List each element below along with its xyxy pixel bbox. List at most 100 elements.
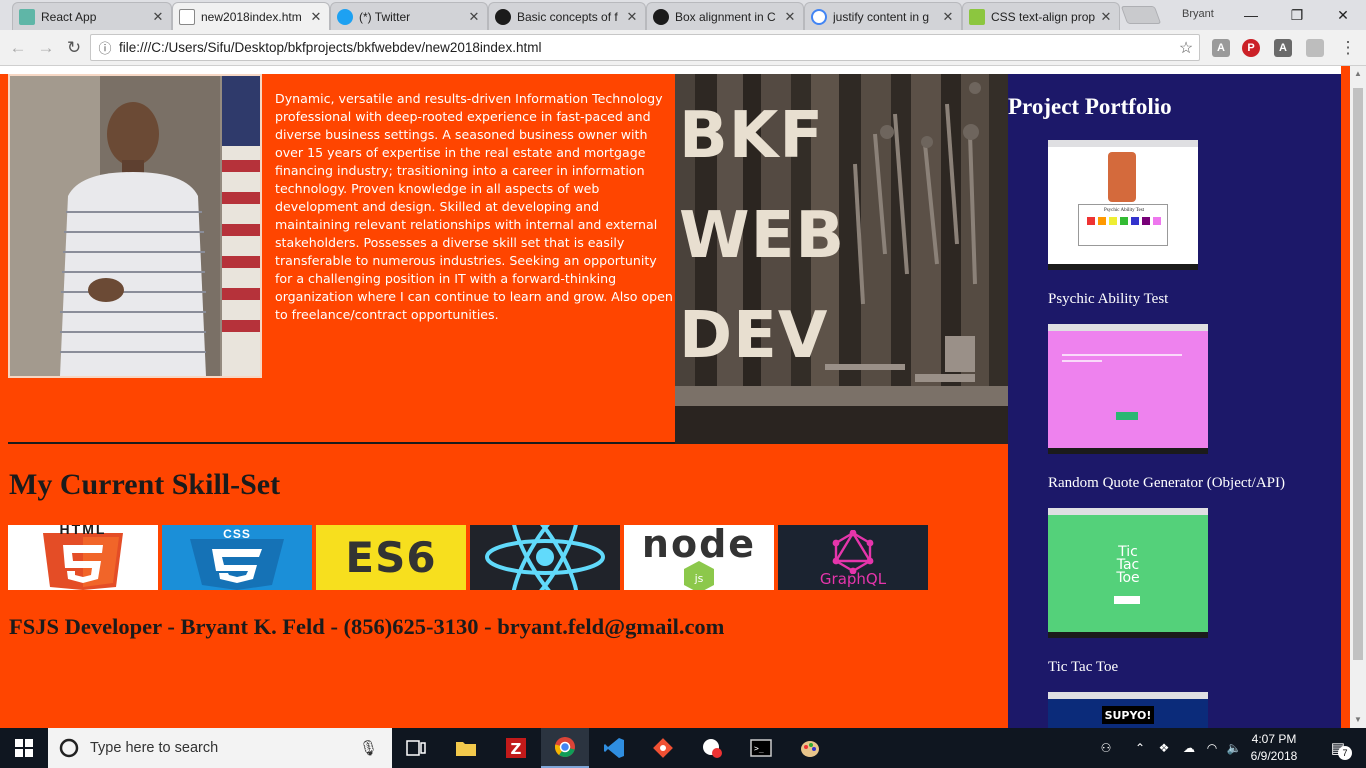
onedrive-icon[interactable]: ☁	[1178, 728, 1200, 768]
html5-logo-icon: HTML	[8, 525, 158, 590]
bio-paragraph: Dynamic, versatile and results-driven In…	[275, 91, 673, 322]
tab-new2018index[interactable]: new2018index.htm ✕	[172, 2, 330, 30]
windows-logo-icon	[15, 739, 33, 757]
extension-icon[interactable]: A	[1212, 39, 1230, 57]
profile-photo	[8, 74, 262, 378]
project-thumbnail-tic-tac-toe[interactable]: Tic Tac Toe	[1048, 508, 1208, 638]
tab-react-app[interactable]: React App ✕	[12, 2, 172, 30]
terminal-icon[interactable]: >_	[737, 728, 785, 768]
people-icon[interactable]: ⚇	[1094, 728, 1118, 768]
app-icon-badge[interactable]	[688, 728, 736, 768]
task-view-icon[interactable]	[392, 728, 440, 768]
git-kraken-icon[interactable]	[639, 728, 687, 768]
thumb-title: SUPYO!	[1104, 708, 1152, 722]
show-hidden-icons-chevron-icon[interactable]: ⌃	[1130, 728, 1150, 768]
volume-icon[interactable]: 🔈	[1224, 728, 1244, 768]
thumb-title: Tic Tac Toe	[1116, 544, 1140, 586]
graphql-logo-icon: GraphQL	[778, 525, 928, 590]
paint-icon[interactable]	[786, 728, 834, 768]
hero-title-line: WEB	[679, 199, 846, 273]
file-explorer-icon[interactable]	[442, 728, 490, 768]
tab-title: Box alignment in C	[675, 9, 776, 24]
tab-twitter[interactable]: (*) Twitter ✕	[330, 2, 488, 30]
close-tab-icon[interactable]: ✕	[625, 9, 639, 25]
tab-box-alignment[interactable]: Box alignment in C ✕	[646, 2, 804, 30]
tab-title: (*) Twitter	[359, 9, 411, 24]
minimize-button[interactable]: —	[1228, 0, 1274, 30]
reload-button[interactable]: ↻	[62, 36, 86, 60]
mdn-favicon-icon	[495, 8, 511, 25]
thumb-browser-bar	[1048, 324, 1208, 331]
portrait-image	[1108, 152, 1136, 202]
info-icon[interactable]: ⓘ	[91, 38, 119, 57]
portfolio-sidebar: Project Portfolio Psychic Ability Test P…	[1008, 74, 1341, 728]
forward-button[interactable]: →	[34, 36, 58, 60]
es6-logo-icon: ES6	[316, 525, 466, 590]
chrome-icon[interactable]	[541, 728, 589, 768]
svg-text:>_: >_	[754, 744, 764, 753]
thumb-title: Psychic Ability Test	[1103, 208, 1145, 213]
thumb-browser-bar	[1048, 140, 1198, 147]
url-text[interactable]: file:///C:/Users/Sifu/Desktop/bkfproject…	[119, 40, 1173, 55]
extension-puzzle-icon[interactable]	[1306, 39, 1324, 57]
close-tab-icon[interactable]: ✕	[309, 9, 323, 25]
project-label[interactable]: Random Quote Generator (Object/API)	[1048, 475, 1285, 492]
address-bar[interactable]: ⓘ file:///C:/Users/Sifu/Desktop/bkfproje…	[90, 34, 1200, 61]
clock-time: 4:07 PM	[1251, 732, 1297, 746]
close-tab-icon[interactable]: ✕	[783, 9, 797, 25]
project-thumbnail-supyo[interactable]: SUPYO!	[1048, 692, 1208, 728]
close-window-button[interactable]: ✕	[1320, 0, 1366, 30]
tab-title: new2018index.htm	[201, 9, 302, 24]
scroll-down-arrow-icon[interactable]: ▼	[1350, 712, 1366, 728]
browser-user-name[interactable]: Bryant	[1182, 8, 1214, 20]
project-thumbnail-quote-generator[interactable]	[1048, 324, 1208, 454]
scrollbar-thumb[interactable]	[1353, 88, 1363, 660]
tab-css-text-align[interactable]: CSS text-align prop ✕	[962, 2, 1120, 30]
tab-title: justify content in g	[833, 9, 930, 24]
scroll-up-arrow-icon[interactable]: ▲	[1350, 66, 1366, 82]
dropbox-icon[interactable]: ❖	[1154, 728, 1174, 768]
close-tab-icon[interactable]: ✕	[1099, 9, 1113, 25]
document-favicon-icon	[179, 8, 195, 25]
svg-text:Z: Z	[511, 740, 522, 758]
hero-title-line: BKF	[679, 99, 825, 173]
page-viewport: Dynamic, versatile and results-driven In…	[0, 66, 1350, 728]
project-label[interactable]: Psychic Ability Test	[1048, 291, 1168, 308]
project-label[interactable]: Tic Tac Toe	[1048, 659, 1118, 676]
angular-icon[interactable]: A	[1274, 39, 1292, 57]
wifi-icon[interactable]: ◠	[1202, 728, 1222, 768]
tab-google-search[interactable]: justify content in g ✕	[804, 2, 962, 30]
skills-heading: My Current Skill-Set	[9, 468, 281, 501]
microphone-icon[interactable]: 🎙	[359, 739, 378, 757]
skill-label: ES6	[345, 533, 437, 582]
menu-kebab-icon[interactable]: ⋮	[1336, 36, 1360, 60]
close-tab-icon[interactable]: ✕	[467, 9, 481, 25]
nodejs-logo-icon: node js	[624, 525, 774, 590]
action-center-icon[interactable]: ▤ 7	[1318, 728, 1358, 768]
close-tab-icon[interactable]: ✕	[151, 9, 165, 25]
clock-date: 6/9/2018	[1250, 749, 1298, 763]
cortana-circle-icon	[59, 738, 79, 758]
thumb-browser-bar	[1048, 508, 1208, 515]
filezilla-icon[interactable]: Z	[492, 728, 540, 768]
vscode-icon[interactable]	[590, 728, 638, 768]
bookmark-star-icon[interactable]: ☆	[1173, 38, 1199, 58]
pinterest-icon[interactable]: P	[1242, 39, 1260, 57]
svg-text:node: node	[642, 525, 756, 566]
tab-title: Basic concepts of f	[517, 9, 618, 24]
back-button[interactable]: ←	[6, 36, 30, 60]
svg-text:js: js	[694, 572, 704, 585]
page-scrollbar[interactable]: ▲ ▼	[1350, 66, 1366, 728]
profile-photo-illustration	[10, 76, 260, 376]
close-tab-icon[interactable]: ✕	[941, 9, 955, 25]
main-content: Dynamic, versatile and results-driven In…	[0, 74, 1008, 728]
taskbar-clock[interactable]: 4:07 PM 6/9/2018	[1246, 731, 1302, 765]
taskbar-search[interactable]: Type here to search 🎙	[48, 728, 392, 768]
maximize-button[interactable]: ❐	[1274, 0, 1320, 30]
project-thumbnail-psychic-test[interactable]: Psychic Ability Test	[1048, 140, 1198, 270]
new-tab-button[interactable]	[1120, 6, 1162, 24]
w3schools-favicon-icon	[969, 8, 985, 25]
start-button[interactable]	[0, 728, 48, 768]
notification-count: 7	[1338, 746, 1352, 760]
tab-basic-concepts[interactable]: Basic concepts of f ✕	[488, 2, 646, 30]
